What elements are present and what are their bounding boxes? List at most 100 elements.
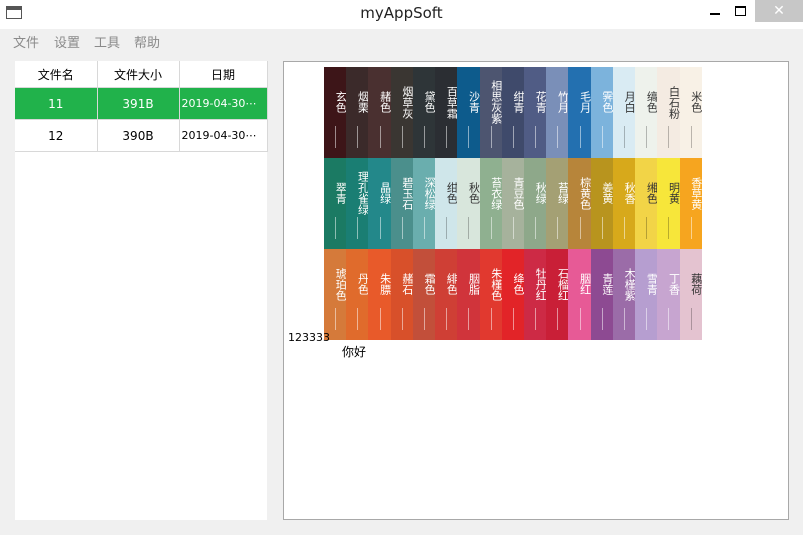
- menu-tools[interactable]: 工具: [94, 32, 120, 51]
- color-swatch: 烟草灰: [390, 67, 413, 158]
- swatch-name: [702, 254, 724, 314]
- swatch-code-mark: [468, 126, 470, 148]
- color-swatch: 琥珀色: [324, 249, 347, 340]
- swatch-name: 秋香: [623, 182, 636, 204]
- swatch-code-mark: [557, 308, 559, 330]
- swatch-code-mark: [623, 217, 625, 239]
- swatch-name: 绀青: [511, 91, 524, 113]
- swatch-name: 晶绿: [378, 182, 391, 204]
- file-table: 文件名 文件大小 日期 11 391B 2019-04-30⋯ 12 390B …: [15, 61, 268, 152]
- title-bar: myAppSoft ✕: [0, 0, 803, 29]
- image-preview-panel: 玄色 烟栗 赭色 烟草灰 黛色 百草霜 沙青 相思灰紫 绀青 花青 竹月 毛月 霁色 月白 缟色 白石粉 米色翠…: [283, 61, 789, 520]
- swatch-name: [702, 163, 724, 223]
- swatch-name: 深松绿: [423, 176, 436, 210]
- swatch-code-mark: [490, 217, 492, 239]
- swatch-code-mark: [335, 308, 337, 330]
- color-swatch: 明黄: [657, 158, 680, 249]
- swatch-code-mark: [357, 217, 359, 239]
- color-swatch: 木槿紫: [612, 249, 636, 340]
- swatch-code-mark: [335, 126, 337, 148]
- swatch-code-mark: [490, 126, 492, 148]
- cell-date[interactable]: 2019-04-30⋯: [179, 87, 268, 120]
- swatch-code-mark: [668, 308, 670, 330]
- color-swatch: 緋色: [435, 249, 458, 340]
- cell-date[interactable]: 2019-04-30⋯: [179, 119, 268, 152]
- color-swatch: [701, 249, 724, 340]
- maximize-button[interactable]: [723, 0, 757, 22]
- minimize-icon: [710, 13, 720, 15]
- color-swatch: 牡丹红: [523, 249, 547, 340]
- cell-filename[interactable]: 11: [15, 87, 98, 120]
- color-swatch: 绀色: [435, 158, 458, 249]
- swatch-code-mark: [601, 308, 603, 330]
- close-icon: ✕: [773, 3, 785, 19]
- cell-filename[interactable]: 12: [15, 119, 98, 152]
- column-header-date[interactable]: 日期: [179, 61, 268, 88]
- column-header-filename[interactable]: 文件名: [15, 61, 98, 88]
- cell-filesize[interactable]: 390B: [97, 119, 180, 152]
- menu-file[interactable]: 文件: [13, 32, 39, 51]
- color-swatch: 赭色: [368, 67, 391, 158]
- swatch-name: 朱膘: [378, 273, 391, 295]
- swatch-code-mark: [357, 126, 359, 148]
- color-swatch: 沙青: [457, 67, 480, 158]
- swatch-name: 青莲: [600, 273, 613, 295]
- swatch-name: 苔衣绿: [489, 176, 502, 210]
- swatch-code-mark: [535, 217, 537, 239]
- swatch-name: 竹月: [556, 91, 569, 113]
- swatch-code-mark: [690, 308, 692, 330]
- color-swatch: 月白: [612, 67, 636, 158]
- table-row[interactable]: 11 391B 2019-04-30⋯: [15, 87, 268, 120]
- color-swatch: 丁香: [657, 249, 680, 340]
- swatch-name: 烟草灰: [400, 85, 413, 119]
- swatch-name: 明黄: [667, 182, 680, 204]
- swatch-name: 米色: [689, 91, 702, 113]
- color-swatch: 缟色: [635, 67, 658, 158]
- column-header-filesize[interactable]: 文件大小: [97, 61, 180, 88]
- color-swatch: 雪青: [635, 249, 658, 340]
- swatch-name: 緋色: [445, 273, 458, 295]
- swatch-name: 玄色: [334, 91, 347, 113]
- close-button[interactable]: ✕: [755, 0, 803, 22]
- color-swatch: 百草霜: [435, 67, 458, 158]
- swatch-code-mark: [690, 217, 692, 239]
- menu-settings[interactable]: 设置: [54, 32, 80, 51]
- swatch-name: 黛色: [423, 91, 436, 113]
- color-swatch: 赭石: [390, 249, 413, 340]
- swatch-name: 姜黄: [600, 182, 613, 204]
- color-swatch: 丹色: [346, 249, 369, 340]
- color-swatch: 苔衣绿: [479, 158, 502, 249]
- swatch-name: 棕黄色: [578, 176, 591, 210]
- swatch-code-mark: [446, 217, 448, 239]
- color-swatch: 相思灰紫: [479, 67, 502, 158]
- color-swatch: 秋绿: [523, 158, 547, 249]
- swatch-code-mark: [335, 217, 337, 239]
- window-title: myAppSoft: [360, 4, 443, 22]
- swatch-name: 青豆色: [511, 176, 524, 210]
- table-row[interactable]: 12 390B 2019-04-30⋯: [15, 119, 268, 152]
- swatch-name: 缃色: [645, 182, 658, 204]
- swatch-code-mark: [512, 308, 514, 330]
- swatch-code-mark: [401, 308, 403, 330]
- swatch-name: 香草黄: [689, 176, 702, 210]
- swatch-name: 秋色: [467, 182, 480, 204]
- color-swatch: 玄色: [324, 67, 347, 158]
- swatch-code-mark: [379, 308, 381, 330]
- swatch-code-mark: [423, 217, 425, 239]
- swatch-name: 琥珀色: [334, 267, 347, 301]
- color-swatch: 米色: [679, 67, 702, 158]
- color-swatch: 香草黄: [679, 158, 702, 249]
- color-swatch: 白石粉: [657, 67, 680, 158]
- swatch-name: 石榴红: [556, 267, 569, 301]
- color-chart-image: 玄色 烟栗 赭色 烟草灰 黛色 百草霜 沙青 相思灰紫 绀青 花青 竹月 毛月 霁色 月白 缟色 白石粉 米色翠…: [324, 67, 724, 340]
- swatch-code-mark: [446, 308, 448, 330]
- swatch-name: 丁香: [667, 273, 680, 295]
- color-swatch: 缃色: [635, 158, 658, 249]
- swatch-code-mark: [490, 308, 492, 330]
- cell-filesize[interactable]: 391B: [97, 87, 180, 120]
- swatch-code-mark: [557, 126, 559, 148]
- file-table-panel: 文件名 文件大小 日期 11 391B 2019-04-30⋯ 12 390B …: [15, 61, 268, 520]
- swatch-name: 苔绿: [556, 182, 569, 204]
- menu-help[interactable]: 帮助: [134, 32, 160, 51]
- color-swatch: 青豆色: [501, 158, 524, 249]
